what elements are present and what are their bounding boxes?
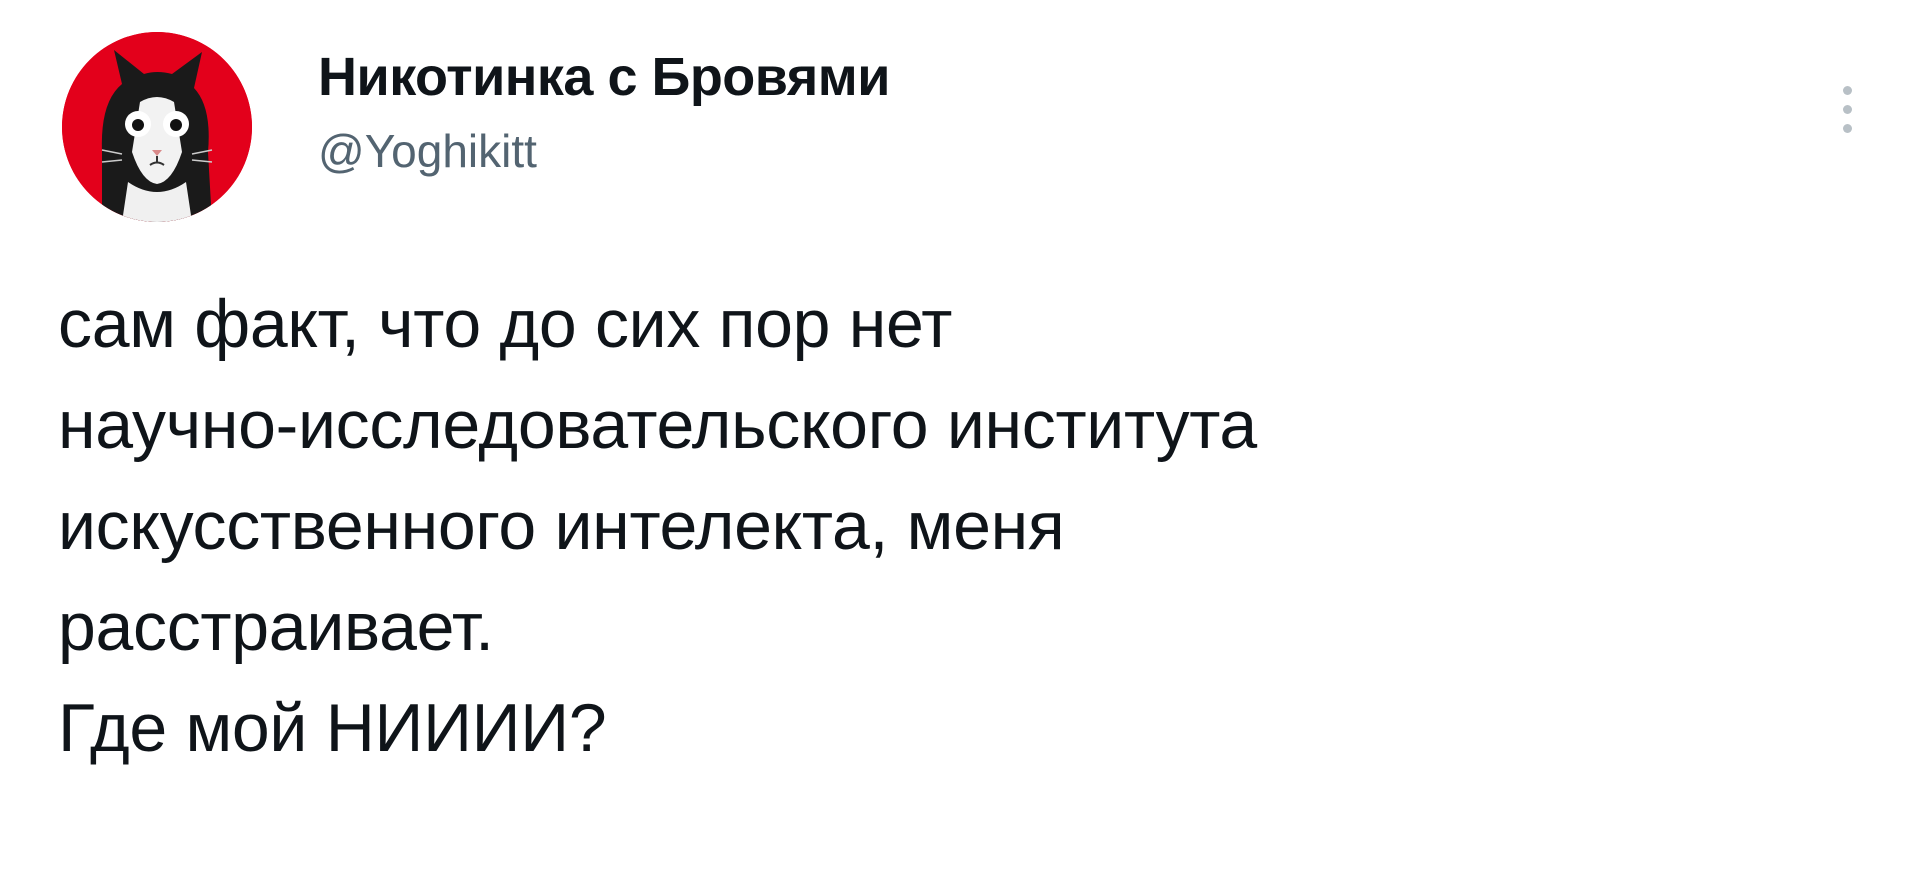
more-vertical-icon[interactable]: [1834, 76, 1860, 166]
avatar[interactable]: [62, 32, 252, 222]
tweet-header: Никотинка с Бровями @Yoghikitt: [62, 32, 1862, 222]
menu-dot: [1842, 86, 1852, 95]
tweet-text-line: расстраивает.: [58, 589, 494, 665]
author-handle[interactable]: @Yoghikitt: [318, 122, 890, 180]
menu-dot: [1842, 105, 1852, 114]
author-display-name[interactable]: Никотинка с Бровями: [318, 44, 890, 110]
tweet-text-line: искусственного интелекта, меня: [58, 488, 1065, 564]
tweet-text-line: Где мой НИИИИ?: [58, 690, 607, 766]
cat-avatar-icon: [62, 32, 252, 222]
tweet-text-line: научно-исследовательского института: [58, 387, 1257, 463]
tweet-text: сам факт, что до сих пор нет научно-иссл…: [58, 274, 1878, 779]
author-names: Никотинка с Бровями @Yoghikitt: [318, 44, 890, 180]
menu-dot: [1842, 124, 1852, 133]
tweet-text-line: сам факт, что до сих пор нет: [58, 286, 953, 362]
tweet-card: Никотинка с Бровями @Yoghikitt сам факт,…: [0, 0, 1920, 884]
